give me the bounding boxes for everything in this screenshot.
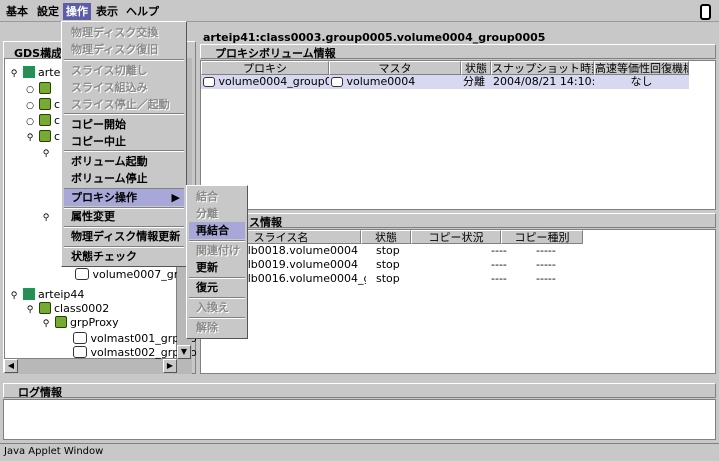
menu-item-replace-disk[interactable]: 物理ディスク交換 [64, 24, 184, 41]
menu-operation[interactable]: 操作 [63, 3, 91, 20]
submenu-item-rejoin[interactable]: 再結合 [189, 222, 245, 239]
submenu-item-restore[interactable]: 復元 [189, 279, 245, 296]
proxy-submenu: 結合 分離 再結合 関連付け 更新 復元 入換え 解除 [186, 185, 248, 339]
menu-item-stop-volume[interactable]: ボリューム停止 [64, 170, 184, 187]
submenu-item-update[interactable]: 更新 [189, 259, 245, 276]
proxy-table: プロキシ マスタ 状態 スナップショット時刻 高速等価性回復機構 volume0… [200, 60, 716, 210]
menu-basic[interactable]: 基本 [3, 3, 31, 20]
col-header-proxy[interactable]: プロキシ [201, 61, 329, 75]
tree-node-grpProxy[interactable]: ⚲ grpProxy [41, 315, 119, 331]
menubar: 基本 設定 操作 表示 ヘルプ [0, 0, 719, 22]
menu-item-change-attributes[interactable]: 属性変更 [64, 208, 184, 225]
menu-item-detach-slice[interactable]: スライス切離し [64, 62, 184, 79]
submenu-item-swap[interactable]: 入換え [189, 299, 245, 316]
volume-icon [73, 332, 87, 344]
status-bar: Java Applet Window [0, 443, 719, 461]
collapse-knob-icon[interactable]: ⚲ [25, 305, 35, 315]
log-panel-title: ログ情報 [18, 386, 62, 399]
menu-item-attach-slice[interactable]: スライス組込み [64, 79, 184, 96]
scroll-left-icon[interactable]: ◀ [4, 359, 18, 373]
collapse-knob-icon[interactable]: ⚲ [41, 149, 51, 159]
menu-help[interactable]: ヘルプ [123, 3, 162, 20]
log-panel-header: ログ情報 [3, 383, 716, 399]
status-text: Java Applet Window [4, 446, 104, 457]
class-icon [38, 302, 51, 314]
menu-item-status-check[interactable]: 状態チェック [64, 248, 184, 265]
group-icon [38, 98, 51, 110]
right-panel: arteip41:class0003.group0005.volume0004_… [200, 28, 716, 374]
menu-settings[interactable]: 設定 [34, 3, 62, 20]
group-icon [54, 316, 67, 328]
menu-item-start-copy[interactable]: コピー開始 [64, 116, 184, 133]
collapse-knob-icon[interactable]: ⚲ [9, 69, 19, 79]
table-row[interactable]: olb0016.volume0004_gr... stop ---- ----- [201, 272, 583, 286]
col-header-snapshot-time[interactable]: スナップショット時刻 [491, 61, 594, 75]
col-header-master[interactable]: マスタ [329, 61, 461, 75]
tree-node-3[interactable]: ○ c [25, 113, 60, 129]
submenu-item-join[interactable]: 結合 [189, 188, 245, 205]
menu-item-stop-start-slice[interactable]: スライス停止／起動 [64, 96, 184, 113]
menu-item-restore-disk[interactable]: 物理ディスク復旧 [64, 41, 184, 58]
submenu-item-part[interactable]: 分離 [189, 205, 245, 222]
col-header-slice-status[interactable]: 状態 [361, 230, 411, 244]
volume-icon [331, 77, 343, 87]
menu-item-cancel-copy[interactable]: コピー中止 [64, 133, 184, 150]
submenu-item-break[interactable]: 解除 [189, 319, 245, 336]
col-header-fast-recovery[interactable]: 高速等価性回復機構 [594, 61, 689, 75]
collapse-knob-icon[interactable]: ⚲ [41, 319, 51, 329]
expand-knob-icon[interactable]: ○ [25, 117, 35, 127]
volume-icon [73, 346, 87, 358]
volume-icon [75, 268, 89, 280]
table-row[interactable]: olb0018.volume0004 stop ---- ----- [201, 244, 583, 258]
tree-node-1[interactable]: ○ [25, 81, 51, 97]
tree-node-2[interactable]: ○ c [25, 97, 60, 113]
expand-knob-icon[interactable]: ○ [25, 101, 35, 111]
menu-view[interactable]: 表示 [93, 3, 121, 20]
submenu-item-relate[interactable]: 関連付け [189, 242, 245, 259]
server-icon [22, 66, 35, 78]
scroll-right-icon[interactable]: ▶ [163, 359, 177, 373]
server-icon [22, 288, 35, 300]
menu-separator [64, 113, 184, 115]
table-row[interactable]: volume0004_group0005 volume0004 分離 2004/… [201, 75, 689, 89]
tree-horizontal-scrollbar[interactable]: ◀ ▶ [4, 359, 192, 374]
submenu-arrow-icon: ▶ [171, 191, 180, 204]
tree-node-4-child-2[interactable]: ⚲ [41, 209, 51, 225]
volume-icon [203, 77, 215, 87]
path-title: arteip41:class0003.group0005.volume0004_… [203, 31, 546, 44]
menu-item-update-disk-info[interactable]: 物理ディスク情報更新 [64, 228, 184, 245]
log-area [3, 399, 716, 440]
tree-node-server-1[interactable]: ⚲ artei [9, 65, 63, 81]
proxy-section-header: プロキシボリューム情報 [200, 44, 716, 60]
collapse-knob-icon[interactable]: ⚲ [9, 291, 19, 301]
group-icon [38, 82, 51, 94]
scroll-down-icon[interactable]: ▼ [177, 345, 191, 359]
menu-separator [64, 59, 184, 61]
collapse-knob-icon[interactable]: ⚲ [25, 133, 35, 143]
col-header-copy-status[interactable]: コピー状況 [411, 230, 501, 244]
operation-menu: 物理ディスク交換 物理ディスク復旧 スライス切離し スライス組込み スライス停止… [61, 21, 187, 267]
menu-separator [64, 150, 184, 152]
col-header-copy-type[interactable]: コピー種別 [501, 230, 583, 244]
expand-knob-icon[interactable]: ○ [25, 85, 35, 95]
menu-item-proxy-operation[interactable]: プロキシ操作 ▶ [64, 189, 184, 206]
menu-item-start-volume[interactable]: ボリューム起動 [64, 153, 184, 170]
tree-node-4-child[interactable]: ⚲ [41, 145, 51, 161]
slice-table: スライス名 状態 コピー状況 コピー種別 olb0018.volume0004 … [200, 229, 716, 374]
slice-section-header: ス情報 [200, 213, 716, 229]
group-icon [38, 130, 51, 142]
trash-icon[interactable] [700, 4, 711, 20]
tree-node-4[interactable]: ⚲ c [25, 129, 60, 145]
group-icon [38, 114, 51, 126]
col-header-status[interactable]: 状態 [461, 61, 491, 75]
collapse-knob-icon[interactable]: ⚲ [41, 213, 51, 223]
table-row[interactable]: olb0019.volume0004 stop ---- ----- [201, 258, 583, 272]
